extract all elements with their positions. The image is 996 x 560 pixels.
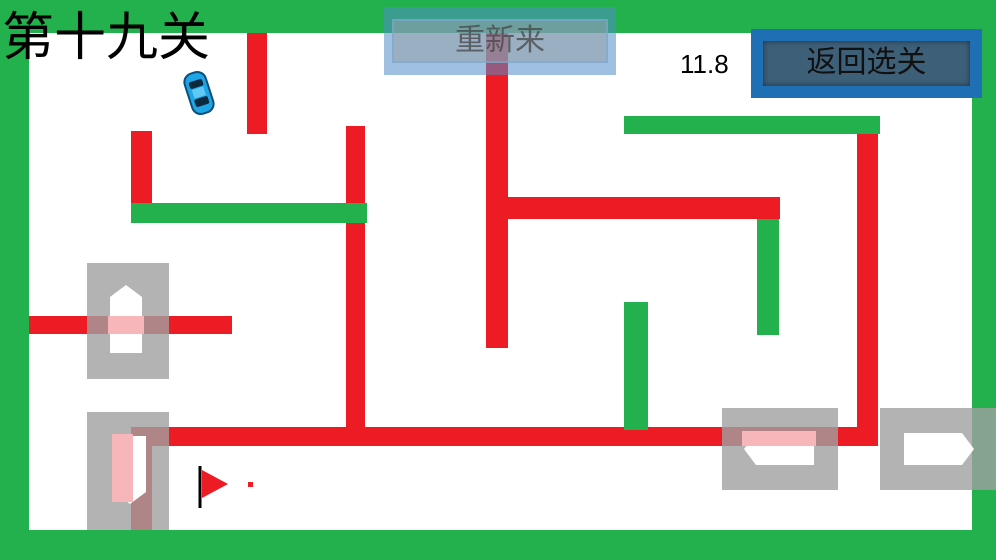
wall-red — [346, 126, 365, 446]
timer-readout: 11.8 — [680, 49, 729, 79]
wall-green — [624, 116, 880, 134]
wall-red — [131, 131, 152, 205]
game-stage: 重新来 返回选关 第十九关 11.8 — [0, 0, 996, 560]
wall-green — [624, 302, 648, 430]
pad-wall-overlap — [112, 434, 133, 502]
level-title: 第十九关 — [2, 8, 211, 68]
restart-button[interactable]: 重新来 — [384, 7, 616, 75]
pad-wall-overlap — [108, 316, 144, 334]
wall-green — [131, 203, 367, 223]
back-button-label: 返回选关 — [806, 45, 927, 80]
wall-red — [247, 33, 267, 134]
flag-icon — [198, 466, 253, 508]
wall-red — [857, 116, 878, 446]
pad-wall-overlap — [742, 431, 816, 446]
back-to-level-select-button[interactable]: 返回选关 — [751, 29, 982, 98]
wall-red — [486, 197, 780, 219]
restart-button-label: 重新来 — [455, 23, 545, 58]
wall-red — [486, 33, 508, 348]
wall-green — [757, 219, 779, 335]
right-arrow-icon — [904, 433, 974, 465]
